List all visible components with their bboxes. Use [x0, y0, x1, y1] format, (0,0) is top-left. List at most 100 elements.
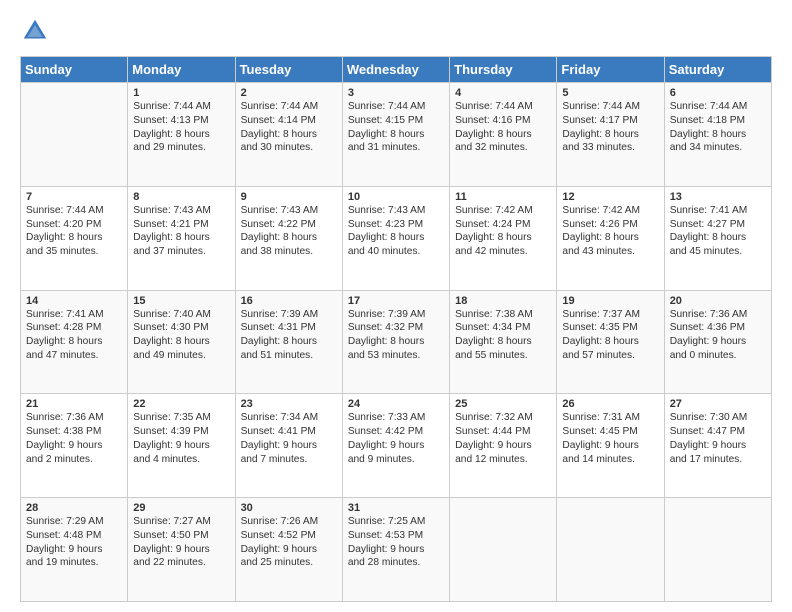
calendar-cell: 11Sunrise: 7:42 AM Sunset: 4:24 PM Dayli… [450, 186, 557, 290]
cell-content: Sunrise: 7:30 AM Sunset: 4:47 PM Dayligh… [670, 411, 766, 466]
week-row: 28Sunrise: 7:29 AM Sunset: 4:48 PM Dayli… [21, 498, 772, 602]
day-number: 5 [562, 87, 658, 99]
calendar-cell: 31Sunrise: 7:25 AM Sunset: 4:53 PM Dayli… [342, 498, 449, 602]
calendar-page: SundayMondayTuesdayWednesdayThursdayFrid… [0, 0, 792, 612]
calendar-cell: 2Sunrise: 7:44 AM Sunset: 4:14 PM Daylig… [235, 83, 342, 187]
header-day: Thursday [450, 57, 557, 83]
day-number: 7 [26, 191, 122, 203]
calendar-cell: 26Sunrise: 7:31 AM Sunset: 4:45 PM Dayli… [557, 394, 664, 498]
day-number: 22 [133, 398, 229, 410]
calendar-cell: 28Sunrise: 7:29 AM Sunset: 4:48 PM Dayli… [21, 498, 128, 602]
cell-content: Sunrise: 7:43 AM Sunset: 4:22 PM Dayligh… [241, 204, 337, 259]
day-number: 11 [455, 191, 551, 203]
cell-content: Sunrise: 7:39 AM Sunset: 4:32 PM Dayligh… [348, 308, 444, 363]
calendar-cell: 16Sunrise: 7:39 AM Sunset: 4:31 PM Dayli… [235, 290, 342, 394]
week-row: 21Sunrise: 7:36 AM Sunset: 4:38 PM Dayli… [21, 394, 772, 498]
day-number: 30 [241, 502, 337, 514]
calendar-cell: 20Sunrise: 7:36 AM Sunset: 4:36 PM Dayli… [664, 290, 771, 394]
cell-content: Sunrise: 7:44 AM Sunset: 4:17 PM Dayligh… [562, 100, 658, 155]
day-number: 16 [241, 295, 337, 307]
cell-content: Sunrise: 7:39 AM Sunset: 4:31 PM Dayligh… [241, 308, 337, 363]
day-number: 9 [241, 191, 337, 203]
cell-content: Sunrise: 7:32 AM Sunset: 4:44 PM Dayligh… [455, 411, 551, 466]
header-day: Sunday [21, 57, 128, 83]
day-number: 17 [348, 295, 444, 307]
day-number: 10 [348, 191, 444, 203]
header-day: Friday [557, 57, 664, 83]
calendar-cell: 14Sunrise: 7:41 AM Sunset: 4:28 PM Dayli… [21, 290, 128, 394]
day-number: 1 [133, 87, 229, 99]
calendar-cell: 10Sunrise: 7:43 AM Sunset: 4:23 PM Dayli… [342, 186, 449, 290]
cell-content: Sunrise: 7:43 AM Sunset: 4:21 PM Dayligh… [133, 204, 229, 259]
cell-content: Sunrise: 7:44 AM Sunset: 4:14 PM Dayligh… [241, 100, 337, 155]
logo-icon [20, 16, 50, 46]
week-row: 14Sunrise: 7:41 AM Sunset: 4:28 PM Dayli… [21, 290, 772, 394]
day-number: 29 [133, 502, 229, 514]
cell-content: Sunrise: 7:44 AM Sunset: 4:18 PM Dayligh… [670, 100, 766, 155]
day-number: 13 [670, 191, 766, 203]
day-number: 12 [562, 191, 658, 203]
cell-content: Sunrise: 7:35 AM Sunset: 4:39 PM Dayligh… [133, 411, 229, 466]
day-number: 28 [26, 502, 122, 514]
day-number: 20 [670, 295, 766, 307]
calendar-cell: 13Sunrise: 7:41 AM Sunset: 4:27 PM Dayli… [664, 186, 771, 290]
day-number: 31 [348, 502, 444, 514]
day-number: 24 [348, 398, 444, 410]
calendar-cell: 1Sunrise: 7:44 AM Sunset: 4:13 PM Daylig… [128, 83, 235, 187]
header [20, 16, 772, 46]
day-number: 15 [133, 295, 229, 307]
calendar-cell: 19Sunrise: 7:37 AM Sunset: 4:35 PM Dayli… [557, 290, 664, 394]
cell-content: Sunrise: 7:34 AM Sunset: 4:41 PM Dayligh… [241, 411, 337, 466]
week-row: 1Sunrise: 7:44 AM Sunset: 4:13 PM Daylig… [21, 83, 772, 187]
calendar-table: SundayMondayTuesdayWednesdayThursdayFrid… [20, 56, 772, 602]
cell-content: Sunrise: 7:42 AM Sunset: 4:24 PM Dayligh… [455, 204, 551, 259]
calendar-cell: 25Sunrise: 7:32 AM Sunset: 4:44 PM Dayli… [450, 394, 557, 498]
cell-content: Sunrise: 7:44 AM Sunset: 4:16 PM Dayligh… [455, 100, 551, 155]
day-number: 25 [455, 398, 551, 410]
calendar-cell: 5Sunrise: 7:44 AM Sunset: 4:17 PM Daylig… [557, 83, 664, 187]
header-day: Monday [128, 57, 235, 83]
calendar-cell: 4Sunrise: 7:44 AM Sunset: 4:16 PM Daylig… [450, 83, 557, 187]
cell-content: Sunrise: 7:40 AM Sunset: 4:30 PM Dayligh… [133, 308, 229, 363]
calendar-cell [664, 498, 771, 602]
day-number: 4 [455, 87, 551, 99]
header-day: Tuesday [235, 57, 342, 83]
day-number: 26 [562, 398, 658, 410]
calendar-cell: 27Sunrise: 7:30 AM Sunset: 4:47 PM Dayli… [664, 394, 771, 498]
day-number: 2 [241, 87, 337, 99]
day-number: 27 [670, 398, 766, 410]
day-number: 21 [26, 398, 122, 410]
calendar-cell: 15Sunrise: 7:40 AM Sunset: 4:30 PM Dayli… [128, 290, 235, 394]
cell-content: Sunrise: 7:29 AM Sunset: 4:48 PM Dayligh… [26, 515, 122, 570]
cell-content: Sunrise: 7:36 AM Sunset: 4:36 PM Dayligh… [670, 308, 766, 363]
cell-content: Sunrise: 7:41 AM Sunset: 4:28 PM Dayligh… [26, 308, 122, 363]
cell-content: Sunrise: 7:44 AM Sunset: 4:13 PM Dayligh… [133, 100, 229, 155]
calendar-cell: 12Sunrise: 7:42 AM Sunset: 4:26 PM Dayli… [557, 186, 664, 290]
cell-content: Sunrise: 7:38 AM Sunset: 4:34 PM Dayligh… [455, 308, 551, 363]
cell-content: Sunrise: 7:44 AM Sunset: 4:20 PM Dayligh… [26, 204, 122, 259]
cell-content: Sunrise: 7:37 AM Sunset: 4:35 PM Dayligh… [562, 308, 658, 363]
cell-content: Sunrise: 7:27 AM Sunset: 4:50 PM Dayligh… [133, 515, 229, 570]
calendar-cell: 29Sunrise: 7:27 AM Sunset: 4:50 PM Dayli… [128, 498, 235, 602]
cell-content: Sunrise: 7:25 AM Sunset: 4:53 PM Dayligh… [348, 515, 444, 570]
header-day: Wednesday [342, 57, 449, 83]
calendar-cell: 9Sunrise: 7:43 AM Sunset: 4:22 PM Daylig… [235, 186, 342, 290]
logo [20, 16, 54, 46]
calendar-cell [21, 83, 128, 187]
calendar-cell: 6Sunrise: 7:44 AM Sunset: 4:18 PM Daylig… [664, 83, 771, 187]
header-row: SundayMondayTuesdayWednesdayThursdayFrid… [21, 57, 772, 83]
calendar-cell: 24Sunrise: 7:33 AM Sunset: 4:42 PM Dayli… [342, 394, 449, 498]
cell-content: Sunrise: 7:41 AM Sunset: 4:27 PM Dayligh… [670, 204, 766, 259]
calendar-cell: 30Sunrise: 7:26 AM Sunset: 4:52 PM Dayli… [235, 498, 342, 602]
day-number: 18 [455, 295, 551, 307]
calendar-cell: 18Sunrise: 7:38 AM Sunset: 4:34 PM Dayli… [450, 290, 557, 394]
day-number: 8 [133, 191, 229, 203]
cell-content: Sunrise: 7:33 AM Sunset: 4:42 PM Dayligh… [348, 411, 444, 466]
cell-content: Sunrise: 7:26 AM Sunset: 4:52 PM Dayligh… [241, 515, 337, 570]
cell-content: Sunrise: 7:43 AM Sunset: 4:23 PM Dayligh… [348, 204, 444, 259]
calendar-cell: 21Sunrise: 7:36 AM Sunset: 4:38 PM Dayli… [21, 394, 128, 498]
cell-content: Sunrise: 7:36 AM Sunset: 4:38 PM Dayligh… [26, 411, 122, 466]
cell-content: Sunrise: 7:31 AM Sunset: 4:45 PM Dayligh… [562, 411, 658, 466]
week-row: 7Sunrise: 7:44 AM Sunset: 4:20 PM Daylig… [21, 186, 772, 290]
day-number: 19 [562, 295, 658, 307]
